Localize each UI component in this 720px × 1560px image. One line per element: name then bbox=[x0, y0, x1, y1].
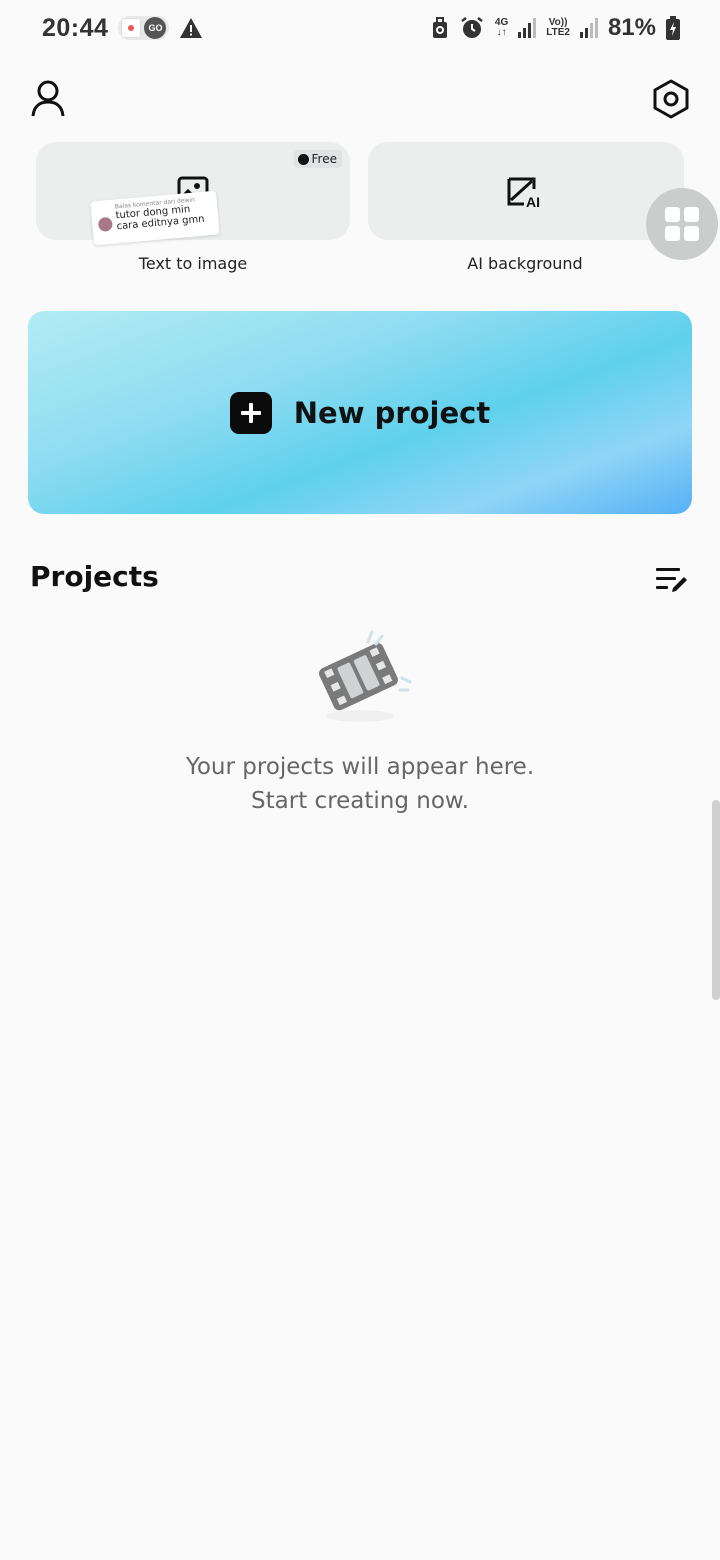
volte-indicator: Vo)) LTE2 bbox=[546, 17, 570, 38]
empty-state-message: Your projects will appear here. Start cr… bbox=[0, 750, 720, 818]
ai-edit-icon: AI bbox=[506, 176, 544, 212]
avatar bbox=[97, 216, 113, 232]
go-badge: GO bbox=[144, 17, 167, 39]
projects-heading: Projects bbox=[30, 560, 159, 593]
free-badge: Free bbox=[293, 150, 342, 168]
ai-background-card[interactable]: AI bbox=[368, 142, 684, 240]
battery-charging-icon bbox=[666, 16, 680, 40]
new-project-button[interactable]: New project bbox=[28, 311, 692, 514]
person-outline-icon bbox=[31, 80, 65, 117]
new-project-label: New project bbox=[293, 395, 491, 430]
svg-text:AI: AI bbox=[526, 194, 540, 208]
empty-state-line-2: Start creating now. bbox=[251, 788, 469, 814]
sort-edit-button[interactable] bbox=[654, 566, 688, 596]
lock-rotate-icon bbox=[431, 16, 449, 40]
network-4g-indicator: 4G ↓↑ bbox=[494, 17, 509, 38]
text-to-image-label: Text to image bbox=[138, 254, 248, 273]
signal-icon bbox=[518, 18, 537, 38]
status-time: 20:44 bbox=[42, 13, 109, 42]
plus-icon bbox=[229, 391, 272, 434]
ai-background-label: AI background bbox=[467, 254, 583, 273]
scrollbar[interactable] bbox=[712, 800, 720, 1000]
settings-button[interactable] bbox=[650, 78, 692, 120]
battery-percentage: 81% bbox=[607, 14, 656, 41]
signal-icon-2 bbox=[579, 18, 598, 38]
grid-icon bbox=[665, 207, 699, 241]
clock-icon bbox=[297, 153, 309, 165]
profile-button[interactable] bbox=[28, 78, 68, 118]
screen-record-indicator: GO bbox=[118, 16, 170, 40]
list-edit-icon bbox=[656, 568, 687, 592]
floating-grid-button[interactable] bbox=[646, 188, 718, 260]
warning-icon bbox=[179, 17, 203, 39]
alarm-icon bbox=[459, 16, 485, 40]
settings-hexagon-icon bbox=[653, 79, 689, 119]
film-strip-icon bbox=[310, 628, 420, 732]
empty-state-line-1: Your projects will appear here. bbox=[185, 754, 535, 780]
status-bar: 20:44 GO 4G ↓↑ Vo)) LTE2 81% bbox=[0, 0, 720, 56]
record-icon bbox=[121, 18, 142, 38]
